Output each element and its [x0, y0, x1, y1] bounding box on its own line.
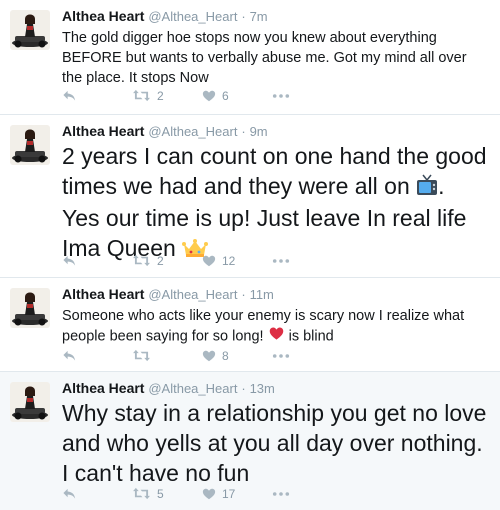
more-button[interactable]: [272, 93, 302, 99]
reply-icon: [62, 88, 77, 103]
avatar[interactable]: [10, 10, 50, 50]
separator-dot: ·: [241, 287, 246, 302]
tweet-text: 2 years I can count on one hand the good…: [62, 141, 488, 265]
like-count: 8: [222, 348, 229, 363]
author-handle[interactable]: @Althea_Heart: [148, 381, 237, 396]
retweet-icon: [132, 348, 151, 363]
tweet[interactable]: Althea Heart @Althea_Heart · 9m 2 years …: [0, 115, 500, 278]
more-icon: [272, 93, 290, 99]
heart-icon: [202, 349, 216, 363]
tweet[interactable]: Althea Heart @Althea_Heart · 11m Someone…: [0, 278, 500, 372]
tweet-actions: 8: [62, 348, 302, 363]
like-button[interactable]: 12: [202, 254, 272, 268]
retweet-button[interactable]: 5: [132, 486, 202, 501]
tweet-text: The gold digger hoe stops now you knew a…: [62, 30, 467, 86]
reply-button[interactable]: [62, 348, 132, 363]
author-handle[interactable]: @Althea_Heart: [148, 287, 237, 302]
retweet-icon: [132, 88, 151, 103]
author-handle[interactable]: @Althea_Heart: [148, 124, 237, 139]
retweet-count: 2: [157, 253, 164, 268]
television-emoji: [416, 173, 438, 203]
like-count: 12: [222, 253, 236, 268]
tweet-text-part: is blind: [284, 328, 334, 345]
reply-button[interactable]: [62, 88, 132, 103]
author-name[interactable]: Althea Heart: [62, 8, 144, 24]
tweet-header: Althea Heart @Althea_Heart · 13m: [62, 380, 275, 396]
heart-icon: [202, 254, 216, 268]
avatar[interactable]: [10, 125, 50, 165]
red-heart-emoji: [268, 326, 285, 347]
tweet-header: Althea Heart @Althea_Heart · 11m: [62, 286, 274, 302]
reply-button[interactable]: [62, 486, 132, 501]
tweet[interactable]: Althea Heart @Althea_Heart · 13m Why sta…: [0, 372, 500, 510]
tweet-header: Althea Heart @Althea_Heart · 7m: [62, 8, 268, 24]
like-count: 17: [222, 486, 236, 501]
reply-icon: [62, 348, 77, 363]
like-button[interactable]: 6: [202, 89, 272, 103]
retweet-count: 2: [157, 88, 164, 103]
timestamp[interactable]: 11m: [250, 287, 274, 302]
heart-icon: [202, 487, 216, 501]
author-name[interactable]: Althea Heart: [62, 286, 144, 302]
reply-icon: [62, 253, 77, 268]
more-button[interactable]: [272, 258, 302, 264]
timestamp[interactable]: 9m: [250, 124, 268, 139]
tweet-text: Why stay in a relationship you get no lo…: [62, 400, 487, 486]
avatar[interactable]: [10, 382, 50, 422]
retweet-count: 5: [157, 486, 164, 501]
timestamp[interactable]: 7m: [250, 9, 268, 24]
more-button[interactable]: [272, 353, 302, 359]
like-button[interactable]: 17: [202, 487, 272, 501]
tweet[interactable]: Althea Heart @Althea_Heart · 7m The gold…: [0, 0, 500, 115]
separator-dot: ·: [241, 124, 246, 139]
like-count: 6: [222, 88, 229, 103]
timestamp[interactable]: 13m: [250, 381, 275, 396]
separator-dot: ·: [241, 9, 246, 24]
tweet-text-part: Someone who acts like your enemy is scar…: [62, 308, 465, 345]
author-handle[interactable]: @Althea_Heart: [148, 9, 237, 24]
tweet-header: Althea Heart @Althea_Heart · 9m: [62, 123, 268, 139]
more-icon: [272, 353, 290, 359]
retweet-icon: [132, 253, 151, 268]
reply-button[interactable]: [62, 253, 132, 268]
like-button[interactable]: 8: [202, 349, 272, 363]
heart-icon: [202, 89, 216, 103]
retweet-button[interactable]: 2: [132, 88, 202, 103]
retweet-button[interactable]: 2: [132, 253, 202, 268]
tweet-text: Someone who acts like your enemy is scar…: [62, 306, 488, 347]
author-name[interactable]: Althea Heart: [62, 123, 144, 139]
tweet-actions: 5 17: [62, 486, 302, 501]
retweet-button[interactable]: [132, 348, 202, 363]
tweet-actions: 2 12: [62, 253, 302, 268]
reply-icon: [62, 486, 77, 501]
more-icon: [272, 491, 290, 497]
author-name[interactable]: Althea Heart: [62, 380, 144, 396]
more-button[interactable]: [272, 491, 302, 497]
separator-dot: ·: [241, 381, 246, 396]
avatar[interactable]: [10, 288, 50, 328]
more-icon: [272, 258, 290, 264]
retweet-icon: [132, 486, 151, 501]
tweet-actions: 2 6: [62, 88, 302, 103]
